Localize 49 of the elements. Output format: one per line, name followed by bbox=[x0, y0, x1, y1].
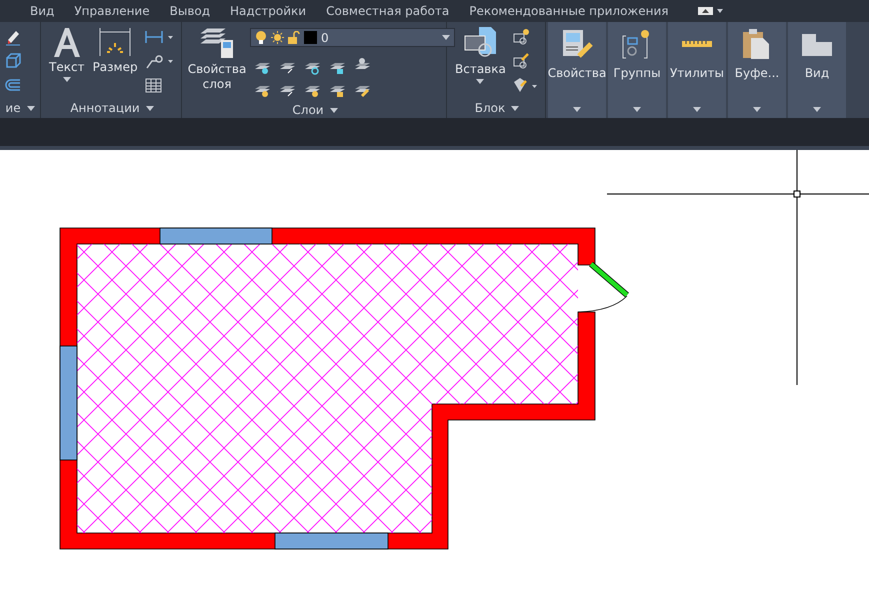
linear-dimension-icon[interactable] bbox=[144, 28, 174, 46]
create-block-icon[interactable] bbox=[512, 28, 530, 46]
panel-title[interactable]: Слои bbox=[292, 103, 324, 117]
eraser-icon[interactable] bbox=[4, 28, 22, 46]
door-drawing bbox=[578, 262, 629, 312]
unlock-icon bbox=[288, 31, 300, 44]
caret-icon[interactable] bbox=[476, 79, 484, 84]
collapsed-panel-button[interactable]: Свойства bbox=[548, 22, 606, 118]
letter-a-icon bbox=[52, 26, 82, 58]
sun-icon bbox=[271, 31, 284, 44]
ribbon-toggle-icon[interactable] bbox=[698, 7, 724, 15]
layer-dropdown[interactable]: 0 bbox=[250, 28, 455, 47]
dimension-button[interactable]: Размер bbox=[90, 26, 140, 75]
caret-icon bbox=[813, 107, 821, 112]
insert-button[interactable]: Вставка bbox=[453, 26, 508, 84]
layer-name: 0 bbox=[321, 30, 330, 44]
properties-icon bbox=[561, 28, 593, 60]
caret-icon bbox=[442, 35, 450, 40]
menu-tab[interactable]: Управление bbox=[64, 4, 160, 18]
table-icon[interactable] bbox=[144, 76, 162, 94]
collapsed-panel-button[interactable]: Утилиты bbox=[668, 22, 726, 118]
bulb-icon bbox=[255, 31, 267, 44]
caret-icon bbox=[633, 107, 641, 112]
cube-icon[interactable] bbox=[4, 52, 22, 70]
panel-title[interactable]: ие bbox=[5, 101, 21, 115]
caret-icon[interactable] bbox=[62, 77, 71, 82]
ruler-icon bbox=[682, 41, 712, 47]
dimension-icon bbox=[98, 26, 132, 58]
menu-tab[interactable]: Вид bbox=[20, 4, 64, 18]
collapsed-panel-button[interactable]: Вид bbox=[788, 22, 846, 118]
caret-icon bbox=[753, 107, 761, 112]
layer-properties-button[interactable]: Свойства слоя bbox=[188, 26, 246, 92]
caret-icon[interactable] bbox=[511, 106, 520, 110]
caret-icon bbox=[573, 107, 581, 112]
caret-icon[interactable] bbox=[146, 106, 154, 110]
menu-tab[interactable]: Совместная работа bbox=[316, 4, 460, 18]
edit-block-icon[interactable] bbox=[512, 52, 530, 70]
text-button[interactable]: Текст bbox=[47, 26, 87, 82]
menu-tab[interactable]: Вывод bbox=[160, 4, 220, 18]
color-swatch bbox=[304, 31, 317, 44]
panel-title[interactable]: Блок bbox=[474, 101, 506, 115]
menu-tab[interactable]: Рекомендованные приложения bbox=[459, 4, 678, 18]
caret-icon[interactable] bbox=[26, 106, 35, 110]
collapsed-panel-button[interactable]: Группы bbox=[608, 22, 666, 118]
panel-title[interactable]: Аннотации bbox=[70, 101, 140, 115]
caret-icon bbox=[693, 107, 701, 112]
menu-tab[interactable]: Надстройки bbox=[220, 4, 316, 18]
collapsed-panel-button[interactable]: Буфе... bbox=[728, 22, 786, 118]
caret-icon[interactable] bbox=[330, 108, 338, 112]
